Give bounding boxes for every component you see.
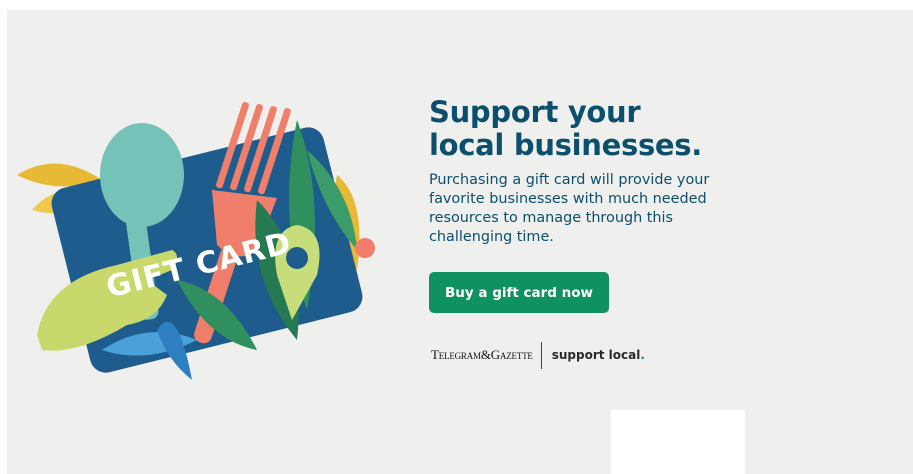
telegram-gazette-logo[interactable]: Telegram&Gazette bbox=[431, 347, 533, 363]
brand-row: Telegram&Gazette support local. bbox=[431, 341, 645, 369]
description: Purchasing a gift card will provide your… bbox=[429, 172, 710, 245]
tagline-dot: . bbox=[640, 348, 645, 362]
headline-line-2: local businesses. bbox=[429, 128, 702, 162]
buy-gift-card-button[interactable]: Buy a gift card now bbox=[429, 272, 609, 313]
brand-divider bbox=[540, 341, 542, 369]
flower-icon bbox=[355, 238, 375, 258]
headline: Support your local businesses. bbox=[429, 96, 769, 162]
gift-card-illustration: GIFT CARD bbox=[17, 102, 375, 380]
gift-card-banner: GIFT CARD Support your local businesses.… bbox=[7, 10, 913, 474]
headline-line-1: Support your bbox=[429, 95, 641, 129]
support-local-tagline: support local. bbox=[552, 348, 645, 362]
tagline-text: support local bbox=[551, 348, 641, 362]
ad-slot bbox=[611, 410, 745, 474]
